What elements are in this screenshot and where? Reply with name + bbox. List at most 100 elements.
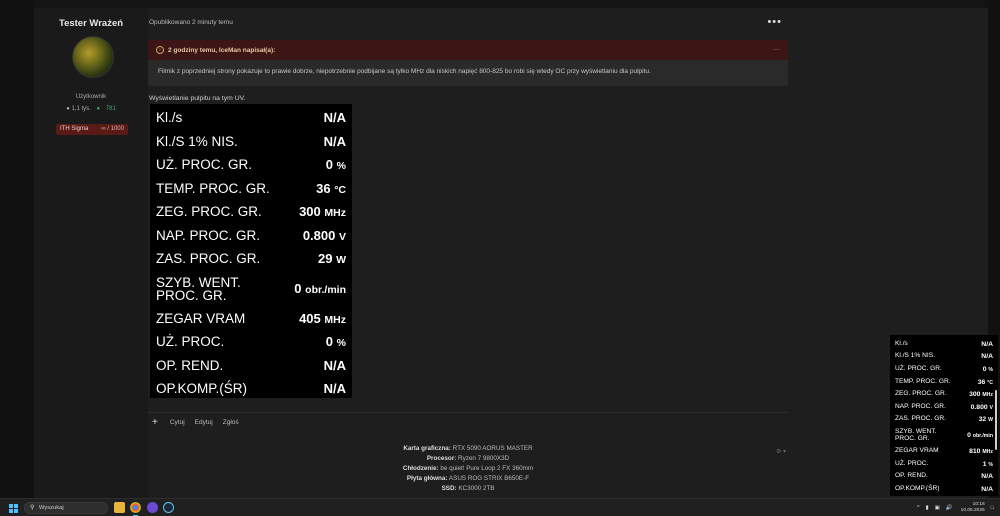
osd-value-number: 36 [316, 180, 331, 196]
osd-value: N/A [324, 110, 346, 125]
quote-header-text: 2 godziny temu, IceMan napisał(a): [168, 46, 276, 54]
discord-icon[interactable] [147, 502, 158, 513]
taskbar: ⚲ Wyszukaj ^ ▮ ▣ 🔊 10:16 10.05.2025 □ [0, 498, 1000, 516]
signature-line: Płyta główna: ASUS ROG STRIX B650E-F [148, 474, 788, 484]
signature-value: ASUS ROG STRIX B650E-F [448, 475, 530, 482]
osd-row: UŻ. PROC. 1 % [895, 458, 993, 471]
author-name[interactable]: Tester Wrażeń [34, 18, 148, 29]
osd-row: Kl./S 1% NIS. N/A [156, 130, 346, 154]
osd-value: N/A [981, 473, 993, 480]
signature-value: Ryzen 7 9800X3D [458, 455, 510, 462]
osd-value-number: 36 [977, 378, 986, 386]
osd-value-number: N/A [981, 340, 993, 348]
osd-scrollbar[interactable] [995, 390, 997, 450]
signature-line: SSD: KC3000 2TB [148, 484, 788, 494]
search-icon: ⚲ [30, 505, 35, 511]
add-reaction-icon[interactable]: + [152, 417, 158, 428]
comments-icon: ● [66, 106, 70, 112]
post-actions: + Cytuj Edytuj Zgłoś [148, 412, 788, 432]
clock-date: 10.05.2025 [960, 508, 985, 513]
osd-value-unit: obr./min [305, 284, 346, 296]
osd-value: N/A [324, 381, 346, 396]
osd-screenshot-image[interactable]: Kl./s N/A Kl./S 1% NIS. N/A UŻ. PROC. GR. 0 %… [150, 104, 352, 398]
post-content: Opublikowano 2 minuty temu ••• › 2 godzi… [148, 8, 988, 498]
author-reputation: 781 [105, 106, 116, 112]
osd-row: ZAS. PROC. GR. 32 W [895, 414, 993, 427]
notification-icon[interactable]: □ [991, 505, 994, 511]
signature-label: Płyta główna: [406, 475, 448, 482]
osd-value: 0 % [326, 334, 346, 349]
quote-text: Filmik z poprzedniej strony pokazuje to … [158, 68, 651, 75]
osd-label: ZEG. PROC. GR. [156, 204, 262, 220]
signature: Karta graficzna: RTX 5090 AORUS MASTER Pr… [148, 444, 788, 494]
osd-value-number: 0.800 [302, 227, 336, 243]
windows-start-icon[interactable] [9, 504, 18, 513]
osd-value: 0 % [983, 366, 993, 373]
osd-value-number: 405 [299, 310, 321, 326]
osd-value-number: 0 [294, 281, 302, 296]
osd-value-number: 300 [299, 204, 321, 220]
osd-row: SZYB. WENT. PROC. GR. 0 obr./min [895, 426, 993, 445]
osd-value-unit: MHz [982, 448, 993, 455]
osd-row: Kl./s N/A [895, 338, 993, 351]
post-date[interactable]: Opublikowano 2 minuty temu [149, 19, 233, 26]
file-explorer-icon[interactable] [114, 502, 125, 513]
clock[interactable]: 10:16 10.05.2025 [961, 502, 985, 514]
osd-value-unit: % [988, 366, 993, 373]
signature-options-icon[interactable]: ⚙ ▾ [776, 448, 786, 455]
osd-value-number: N/A [981, 485, 993, 493]
osd-row: UŻ. PROC. GR. 0 % [895, 363, 993, 376]
osd-label: OP. REND. [895, 472, 928, 480]
osd-label: NAP. PROC. GR. [895, 402, 946, 410]
osd-value: 1 % [983, 461, 993, 468]
osd-value: N/A [981, 353, 993, 360]
osd-value-number: N/A [323, 110, 346, 126]
osd-row: ZEGAR VRAM 405 MHz [156, 307, 346, 331]
collapse-icon[interactable]: — [773, 46, 780, 53]
osd-label: ZEGAR VRAM [895, 447, 939, 455]
osd-label: UŻ. PROC. GR. [156, 157, 253, 173]
osd-value: N/A [981, 341, 993, 348]
osd-value-number: 1 [982, 460, 987, 468]
osd-label: OP.KOMP.(ŚR) [156, 381, 248, 397]
report-button[interactable]: Zgłoś [223, 419, 239, 426]
reputation-icon: ● [96, 106, 101, 112]
osd-label: TEMP. PROC. GR. [156, 180, 270, 196]
battery-icon[interactable]: ▮ [926, 505, 929, 511]
osd-value: 0.800 V [303, 228, 346, 243]
steam-icon[interactable] [163, 502, 174, 513]
osd-value-number: N/A [323, 357, 346, 373]
osd-label: Kl./s [156, 110, 183, 126]
osd-value-unit: W [988, 417, 993, 424]
osd-value-number: 29 [317, 251, 333, 267]
signature-line: Chłodzenie: be quiet! Pure Loop 2 FX 360… [148, 464, 788, 474]
osd-row: TEMP. PROC. GR. 36 °C [156, 177, 346, 201]
osd-row: Kl./S 1% NIS. N/A [895, 351, 993, 364]
edit-button[interactable]: Edytuj [195, 419, 213, 426]
signature-value: KC3000 2TB [458, 485, 495, 492]
post-body-text: Wyświetlanie pulpitu na tym UV. [149, 95, 246, 102]
osd-value: N/A [324, 358, 346, 373]
taskbar-search[interactable]: ⚲ Wyszukaj [24, 502, 108, 514]
osd-row: SZYB. WENT. PROC. GR. 0 obr./min [156, 271, 346, 307]
osd-value: 32 W [979, 416, 993, 423]
screen: Tester Wrażeń Użytkownik ● 1,1 tys. ● 78… [0, 0, 1000, 516]
search-placeholder: Wyszukaj [38, 505, 64, 511]
more-options-icon[interactable]: ••• [767, 16, 782, 28]
tray-chevron-icon[interactable]: ^ [917, 505, 920, 511]
osd-row: TEMP. PROC. GR. 36 °C [895, 376, 993, 389]
avatar[interactable] [72, 36, 114, 78]
osd-value-unit: MHz [982, 392, 993, 399]
osd-overlay: Kl./s N/A Kl./S 1% NIS. N/A UŻ. PROC. GR. 0 %… [890, 335, 998, 496]
quote-header[interactable]: › 2 godziny temu, IceMan napisał(a): [148, 40, 788, 60]
osd-value-number: N/A [323, 381, 346, 397]
osd-row: ZAS. PROC. GR. 29 W [156, 247, 346, 271]
signature-label: Karta graficzna: [403, 445, 451, 452]
osd-value-unit: % [336, 160, 346, 173]
quote-button[interactable]: Cytuj [170, 419, 185, 426]
volume-icon[interactable]: 🔊 [946, 505, 953, 511]
osd-row: OP. REND. N/A [895, 470, 993, 483]
osd-value-unit: MHz [324, 207, 346, 220]
network-icon[interactable]: ▣ [935, 505, 940, 511]
chrome-icon[interactable] [130, 502, 141, 516]
